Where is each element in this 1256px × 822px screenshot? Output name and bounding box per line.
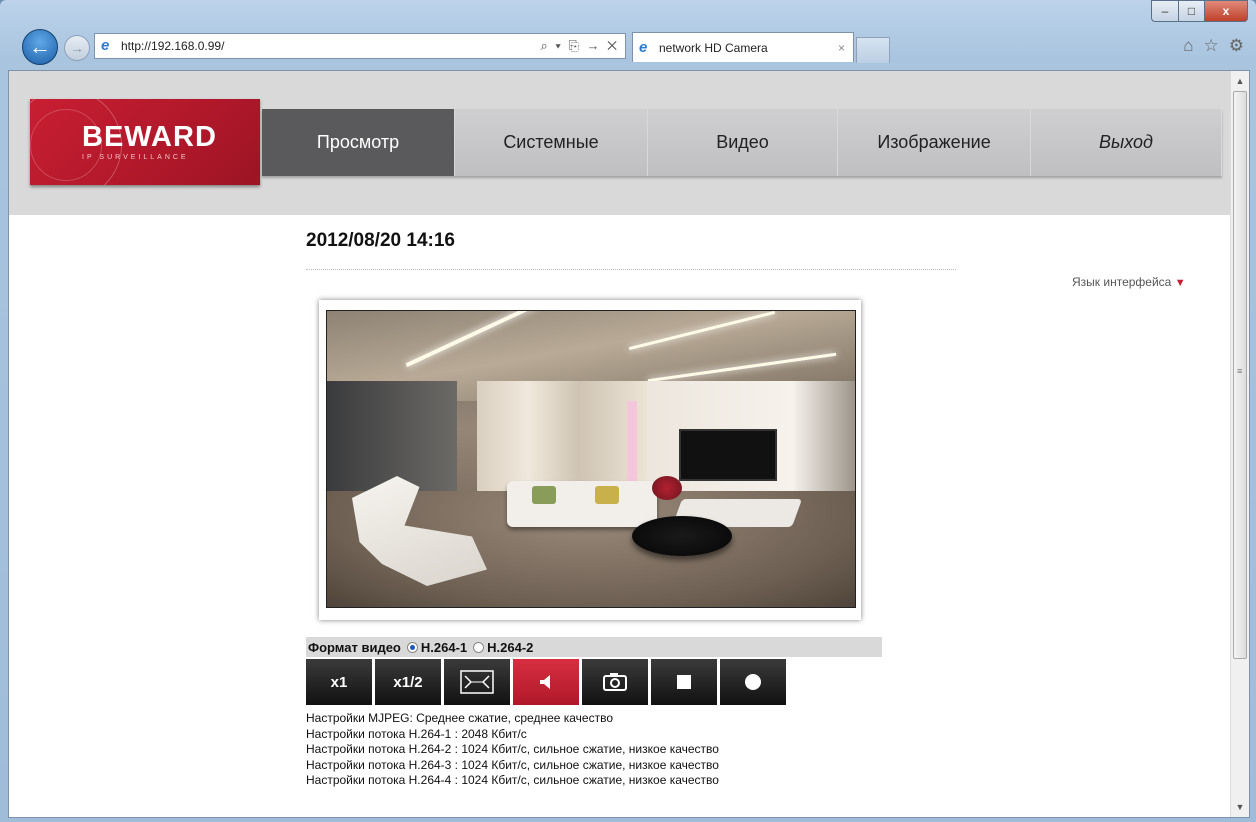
format-option-label: H.264-1 [420, 639, 468, 655]
browser-right-tools: ⌂ ☆ ⚙ [1183, 36, 1244, 56]
video-flowers [652, 476, 682, 500]
info-line-h264-4: Настройки потока H.264-4 : 1024 Кбит/с, … [306, 773, 719, 787]
main-menu: Просмотр Системные Видео Изображение Вых… [262, 109, 1223, 176]
browser-toolbar: ← → e http://192.168.0.99/ ⌕ ▾ ⎘ → ✕ e n… [0, 24, 1256, 70]
video-pillow [595, 486, 619, 504]
format-option-h264-2[interactable]: H.264-2 [473, 640, 533, 655]
video-sofa [507, 481, 657, 527]
video-controls: x1 x1/2 [306, 659, 786, 705]
info-line-mjpeg: Настройки MJPEG: Среднее сжатие, среднее… [306, 711, 614, 725]
forward-arrow-icon: → [70, 40, 84, 56]
live-video-feed[interactable] [326, 310, 856, 608]
record-button[interactable] [720, 659, 786, 705]
video-table [632, 516, 732, 556]
video-pillow [532, 486, 556, 504]
browser-tab[interactable]: e network HD Camera × [632, 32, 854, 62]
scroll-down-arrow-icon[interactable]: ▼ [1231, 799, 1249, 815]
page-viewport: BEWARD IP SURVEILLANCE Просмотр Системны… [8, 70, 1250, 818]
sound-button[interactable] [513, 659, 579, 705]
logo-subtitle: IP SURVEILLANCE [82, 154, 189, 161]
info-line-h264-2: Настройки потока H.264-2 : 1024 Кбит/с, … [306, 742, 719, 756]
language-label: Язык интерфейса [1072, 275, 1172, 289]
dotted-divider [306, 269, 956, 270]
language-selector[interactable]: Язык интерфейса ▼ [1072, 275, 1186, 289]
address-url[interactable]: http://192.168.0.99/ [121, 39, 224, 53]
fit-screen-button[interactable] [444, 659, 510, 705]
snapshot-button[interactable] [582, 659, 648, 705]
format-option-h264-1[interactable]: H.264-1 [406, 639, 468, 655]
video-frame [319, 300, 861, 620]
back-arrow-icon: ← [29, 34, 51, 59]
video-format-row: Формат видео H.264-1 H.264-2 [306, 637, 882, 657]
info-line-h264-3: Настройки потока H.264-3 : 1024 Кбит/с, … [306, 757, 719, 772]
settings-gear-icon[interactable]: ⚙ [1229, 36, 1244, 56]
back-button[interactable]: ← [22, 29, 58, 65]
video-format-label: Формат видео [308, 639, 401, 655]
menu-item-image[interactable]: Изображение [838, 109, 1032, 176]
address-tools[interactable]: ⌕ ▾ ⎘ → ✕ [541, 38, 620, 54]
stream-settings-info: Настройки MJPEG: Среднее сжатие, среднее… [306, 711, 719, 789]
window-controls: – □ x [1151, 0, 1248, 22]
browser-window: – □ x ← → e http://192.168.0.99/ ⌕ ▾ ⎘ →… [0, 0, 1256, 822]
video-wall-panels [477, 381, 647, 491]
tab-ie-icon: e [639, 38, 648, 56]
datetime-display: 2012/08/20 14:16 [306, 230, 455, 251]
menu-item-exit[interactable]: Выход [1031, 109, 1223, 176]
beward-logo[interactable]: BEWARD IP SURVEILLANCE [30, 99, 260, 185]
format-option-label: H.264-2 [487, 639, 534, 655]
ie-page-icon: e [101, 37, 110, 54]
tab-close-icon[interactable]: × [838, 41, 845, 55]
stop-icon [677, 675, 691, 689]
speaker-icon [540, 675, 550, 689]
minimize-button[interactable]: – [1151, 0, 1179, 22]
zoom-half-button[interactable]: x1/2 [375, 659, 441, 705]
favorites-star-icon[interactable]: ☆ [1204, 36, 1219, 56]
info-line-h264-1: Настройки потока H.264-1 : 2048 Кбит/с [306, 726, 527, 741]
tab-title: network HD Camera [659, 40, 768, 55]
menu-item-video[interactable]: Видео [648, 109, 839, 176]
dropdown-arrow-icon: ▼ [1174, 277, 1186, 289]
stop-button[interactable] [651, 659, 717, 705]
logo-name: BEWARD [82, 121, 217, 153]
forward-button[interactable]: → [64, 35, 90, 61]
scroll-thumb[interactable]: ≡ [1233, 91, 1247, 659]
header-band: BEWARD IP SURVEILLANCE Просмотр Системны… [9, 71, 1231, 215]
fit-screen-icon [460, 670, 494, 694]
maximize-button[interactable]: □ [1179, 0, 1205, 22]
vertical-scrollbar[interactable]: ▲ ≡ ▼ [1230, 71, 1249, 817]
home-icon[interactable]: ⌂ [1183, 36, 1193, 56]
address-bar[interactable]: e http://192.168.0.99/ ⌕ ▾ ⎘ → ✕ [94, 33, 626, 59]
close-button[interactable]: x [1205, 0, 1248, 22]
new-tab-button[interactable] [856, 37, 890, 63]
camera-icon [603, 673, 627, 691]
zoom-x1-button[interactable]: x1 [306, 659, 372, 705]
video-tv [679, 429, 777, 481]
grip-icon: ≡ [1237, 366, 1243, 376]
menu-item-system[interactable]: Системные [455, 109, 648, 176]
radio-h264-2[interactable] [473, 641, 485, 653]
video-pink-light [627, 401, 637, 491]
radio-h264-1[interactable] [406, 641, 418, 653]
scroll-up-arrow-icon[interactable]: ▲ [1231, 73, 1249, 89]
record-icon [745, 674, 761, 690]
menu-item-view[interactable]: Просмотр [262, 109, 455, 176]
